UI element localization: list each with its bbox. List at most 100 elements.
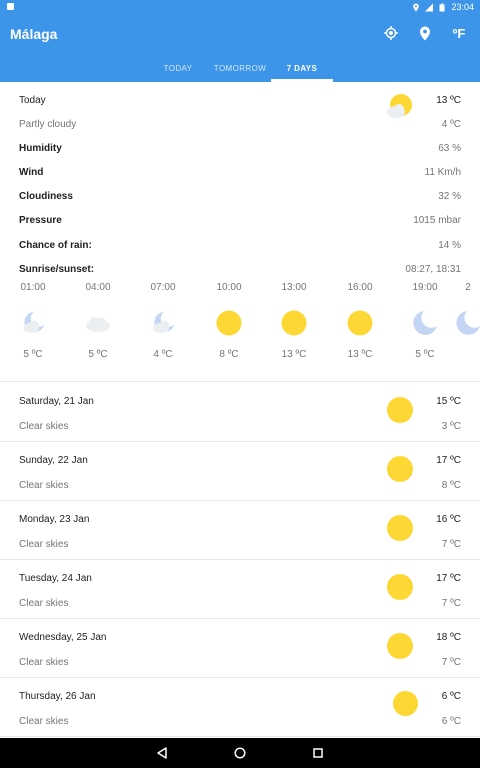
detail-label: Sunrise/sunset: (19, 263, 95, 275)
cloud-icon (86, 317, 110, 332)
hour-time: 01:00 (20, 282, 46, 293)
place-button[interactable] (416, 24, 434, 42)
back-button[interactable] (123, 738, 201, 768)
day-date: Thursday, 26 Jan (19, 691, 96, 702)
hour-time: 16:00 (347, 282, 373, 293)
hourly-item: 16:00 13 ºC (330, 282, 390, 360)
today-condition-row: Partly cloudy 4 ºC (19, 116, 461, 132)
tab-tomorrow[interactable]: TOMORROW (210, 64, 270, 73)
night-partly-cloudy-icon (23, 312, 44, 333)
day-date: Monday, 23 Jan (19, 514, 90, 525)
today-label: Today (19, 94, 46, 106)
hourly-forecast[interactable]: 01:00 5 ºC 04:00 5 ºC 07:00 4 ºC 10:00 8… (0, 282, 480, 372)
day-max-temp: 6 ºC (441, 691, 461, 702)
detail-row-cloudiness: Cloudiness 32 % (19, 188, 461, 204)
detail-value: 63 % (438, 142, 461, 154)
day-min-temp: 7 ºC (441, 539, 461, 550)
day-date: Tuesday, 24 Jan (19, 573, 92, 584)
detail-row-rain: Chance of rain: 14 % (19, 237, 461, 253)
hourly-item: 07:00 4 ºC (133, 282, 193, 360)
hour-time: 13:00 (281, 282, 307, 293)
forecast-content[interactable]: Today 13 ºC Partly cloudy 4 ºC Humidity … (0, 82, 480, 738)
app-bar: Málaga ºF TODAY TOMORROW 7 DAYS (0, 14, 480, 82)
today-card[interactable]: Today 13 ºC Partly cloudy 4 ºC Humidity … (0, 82, 480, 382)
day-condition: Clear skies (19, 716, 69, 727)
day-row[interactable]: Tuesday, 24 Jan Clear skies 17 ºC 7 ºC (0, 560, 480, 619)
sun-icon (392, 690, 419, 717)
detail-row-humidity: Humidity 63 % (19, 140, 461, 156)
day-condition: Clear skies (19, 598, 69, 609)
day-max-temp: 15 ºC (436, 396, 461, 407)
sun-icon (347, 310, 373, 336)
day-min-temp: 7 ºC (441, 598, 461, 609)
night-partly-cloudy-icon (153, 312, 174, 333)
day-date: Sunday, 22 Jan (19, 455, 88, 466)
hour-time: 07:00 (150, 282, 176, 293)
hour-temp: 13 ºC (281, 349, 307, 360)
app-bar-actions: ºF (382, 24, 468, 42)
tab-7-days[interactable]: 7 DAYS (276, 64, 328, 73)
hour-temp: 8 ºC (219, 349, 239, 360)
hour-temp: 13 ºC (347, 349, 373, 360)
detail-value: 14 % (438, 239, 461, 251)
hourly-item: 01:00 5 ºC (3, 282, 63, 360)
sun-icon (387, 574, 413, 600)
day-max-temp: 18 ºC (436, 632, 461, 643)
status-icons: 23:04 (412, 2, 474, 12)
day-row[interactable]: Sunday, 22 Jan Clear skies 17 ºC 8 ºC (0, 442, 480, 501)
sun-icon (216, 310, 242, 336)
detail-value: 1015 mbar (413, 214, 461, 226)
hour-temp: 5 ºC (23, 349, 43, 360)
today-condition: Partly cloudy (19, 118, 77, 130)
hourly-item: 13:00 13 ºC (264, 282, 324, 360)
detail-row-pressure: Pressure 1015 mbar (19, 212, 461, 228)
day-min-temp: 6 ºC (441, 716, 461, 727)
day-condition: Clear skies (19, 421, 69, 432)
detail-label: Pressure (19, 214, 62, 226)
detail-label: Wind (19, 166, 44, 178)
hourly-item: 19:00 5 ºC (395, 282, 455, 360)
home-button[interactable] (201, 738, 279, 768)
detail-row-wind: Wind 11 Km/h (19, 164, 461, 180)
hour-time: 19:00 (412, 282, 438, 293)
battery-icon (439, 3, 445, 11)
detail-label: Humidity (19, 142, 62, 154)
tab-bar: TODAY TOMORROW 7 DAYS (0, 60, 480, 82)
day-date: Wednesday, 25 Jan (19, 632, 107, 643)
day-row[interactable]: Wednesday, 25 Jan Clear skies 18 ºC 7 ºC (0, 619, 480, 678)
detail-label: Chance of rain: (19, 239, 92, 251)
moon-icon (456, 311, 480, 335)
recents-square-icon (313, 748, 323, 758)
detail-value: 11 Km/h (424, 166, 462, 178)
unit-toggle-button[interactable]: ºF (450, 24, 468, 42)
hourly-item: 04:00 5 ºC (68, 282, 128, 360)
today-max-temp: 13 ºC (436, 94, 461, 106)
day-max-temp: 16 ºC (436, 514, 461, 525)
status-bar: 23:04 (0, 0, 480, 14)
recents-button[interactable] (279, 738, 357, 768)
city-title: Málaga (10, 26, 58, 42)
day-row[interactable]: Monday, 23 Jan Clear skies 16 ºC 7 ºC (0, 501, 480, 560)
detail-value: 32 % (438, 190, 461, 202)
hour-time: 04:00 (85, 282, 111, 293)
hour-temp: 4 ºC (153, 349, 173, 360)
map-pin-icon (420, 26, 430, 40)
day-row[interactable]: Thursday, 26 Jan Clear skies 6 ºC 6 ºC (0, 678, 480, 737)
day-condition: Clear skies (19, 480, 69, 491)
status-time: 23:04 (451, 2, 474, 12)
system-nav-bar (0, 738, 480, 768)
tab-today[interactable]: TODAY (152, 64, 204, 73)
sun-icon (387, 633, 413, 659)
locate-button[interactable] (382, 24, 400, 42)
hour-time: 2 (465, 282, 471, 293)
sun-icon (387, 397, 413, 423)
day-row[interactable]: Saturday, 21 Jan Clear skies 15 ºC 3 ºC (0, 383, 480, 442)
moon-icon (413, 311, 437, 335)
sun-icon (281, 310, 307, 336)
hourly-item: 2 (448, 282, 480, 349)
day-min-temp: 3 ºC (441, 421, 461, 432)
hour-temp: 5 ºC (88, 349, 108, 360)
location-status-icon (413, 3, 420, 11)
notification-icon (7, 3, 14, 10)
detail-row-sunrise-sunset: Sunrise/sunset: 08:27, 18:31 (19, 261, 461, 277)
